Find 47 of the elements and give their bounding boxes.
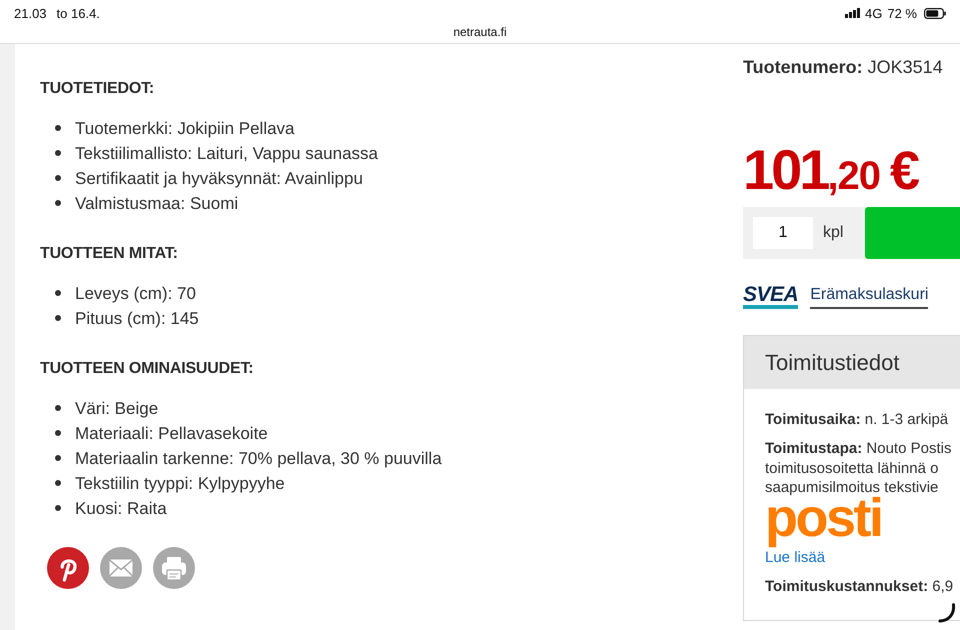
- bullet-icon: [55, 405, 61, 411]
- bullet-icon: [55, 455, 61, 461]
- bullet-icon: [55, 430, 61, 436]
- clock-time: 21.03: [14, 6, 47, 20]
- bullet-icon: [55, 315, 61, 321]
- panel-header: Toimitustiedot: [744, 336, 960, 389]
- spec-item: Sertifikaatit ja hyväksynnät: Avainlippu: [75, 168, 363, 190]
- section-heading: TUOTTEEN MITAT:: [40, 244, 178, 264]
- spec-item: Materiaalin tarkenne: 70% pellava, 30 % puuvilla: [75, 448, 442, 470]
- delivery-time: Toimitusaika: n. 1-3 arkipä: [765, 410, 948, 430]
- delivery-method: Toimitustapa: Nouto Postis toimitusosoitetta lähinnä o saapumisilmoitus tekstivie: [765, 439, 952, 496]
- spec-item: Pituus (cm): 145: [75, 308, 199, 330]
- battery-icon: [924, 8, 946, 18]
- spec-item: Kuosi: Raita: [75, 498, 167, 520]
- address-url[interactable]: netrauta.fi: [453, 26, 507, 38]
- bullet-icon: [55, 200, 61, 206]
- bullet-icon: [55, 505, 61, 511]
- price-text: 101,20 €: [743, 140, 920, 200]
- network-type: 4G: [865, 6, 882, 20]
- spec-item: Tuotemerkki: Jokipiin Pellava: [75, 118, 295, 140]
- spec-item: Tekstiilin tyyppi: Kylpypyyhe: [75, 472, 285, 494]
- installment-link[interactable]: Erämaksulaskuri: [810, 286, 928, 309]
- financing-logo: SVEA: [743, 285, 798, 309]
- product-number: Tuotenumero: JOK3514: [743, 56, 943, 78]
- read-more-link[interactable]: Lue lisää: [765, 548, 826, 568]
- status-date: to 16.4.: [56, 6, 100, 20]
- printer-icon[interactable]: [153, 547, 195, 589]
- spec-item: Materiaali: Pellavasekoite: [75, 422, 268, 444]
- spec-item: Leveys (cm): 70: [75, 282, 196, 304]
- envelope-icon[interactable]: [100, 547, 142, 589]
- section-heading: TUOTTEEN OMINAISUUDET:: [40, 359, 254, 379]
- delivery-cost: Toimituskustannukset: 6,9: [765, 576, 954, 596]
- battery-percent: 72 %: [887, 6, 917, 20]
- quantity-unit: kpl: [823, 224, 844, 242]
- bullet-icon: [55, 150, 61, 156]
- signal-icon: [845, 8, 860, 18]
- spec-item: Valmistusmaa: Suomi: [75, 192, 238, 214]
- spec-item: Väri: Beige: [75, 398, 158, 420]
- bullet-icon: [55, 480, 61, 486]
- bullet-icon: [55, 175, 61, 181]
- spinner-icon: [938, 603, 956, 623]
- bullet-icon: [55, 125, 61, 131]
- quantity-field[interactable]: 1: [753, 217, 813, 249]
- pin-logo-icon[interactable]: [47, 547, 89, 589]
- spec-item: Tekstiilimallisto: Laituri, Vappu saunassa: [75, 142, 378, 164]
- bullet-icon: [55, 290, 61, 296]
- section-heading: TUOTETIEDOT:: [40, 79, 154, 99]
